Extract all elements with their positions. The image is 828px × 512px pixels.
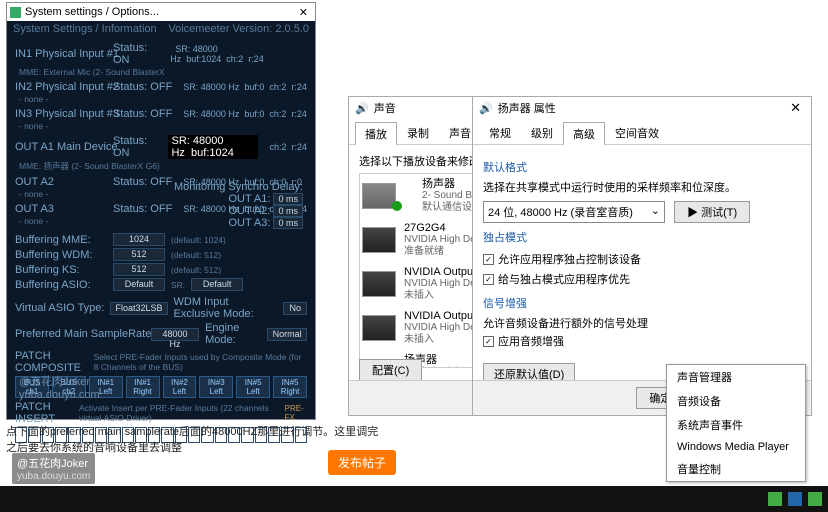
io-row: IN2 Physical Input #2Status: OFF SR: 480…: [15, 80, 307, 94]
buffer-input[interactable]: 512: [113, 263, 165, 276]
composite-channel-button[interactable]: IN#5 Right: [273, 376, 307, 398]
sync-value[interactable]: 0 ms: [273, 217, 303, 229]
tray-icon[interactable]: [768, 492, 782, 506]
context-menu-item[interactable]: 系统声音事件: [667, 413, 805, 437]
vm-header-left: System Settings / Information: [13, 23, 157, 35]
context-menu-item[interactable]: Windows Media Player: [667, 437, 805, 457]
vm-app-icon: [10, 7, 21, 18]
tray-icon[interactable]: [808, 492, 822, 506]
signal-enhance-hint: 允许音频设备进行额外的信号处理: [483, 315, 801, 331]
tab-播放[interactable]: 播放: [355, 122, 397, 145]
context-menu-item[interactable]: 声音管理器: [667, 365, 805, 389]
wdm-label: WDM Input Exclusive Mode:: [174, 296, 278, 320]
speaker-icon: 🔊: [479, 102, 493, 115]
default-format-label: 默认格式: [483, 159, 801, 175]
close-icon[interactable]: ✕: [295, 6, 312, 19]
device-icon: [362, 183, 396, 209]
sync-value[interactable]: 0 ms: [273, 193, 303, 205]
signal-enhance-label: 信号增强: [483, 295, 801, 311]
context-menu-item[interactable]: 音频设备: [667, 389, 805, 413]
exclusive-mode-label: 独占模式: [483, 229, 801, 245]
vm-header-right: Voicemeeter Version: 2.0.5.0: [168, 23, 309, 35]
patch-ins-sub: Activate Insert per PRE-Fader Inputs (22…: [79, 403, 281, 423]
engine-value[interactable]: Normal: [267, 328, 307, 341]
context-menu-item[interactable]: 音量控制: [667, 457, 805, 481]
default-badge-icon: [392, 201, 402, 211]
vm-titlebar[interactable]: System settings / Options... ✕: [7, 3, 315, 21]
prop-tabs: 常规级别高级空间音效: [473, 119, 811, 145]
patch-comp-sub: Select PRE-Fader Inputs used by Composit…: [94, 352, 307, 372]
composite-channel-button[interactable]: IN#3 Left: [199, 376, 233, 398]
buffer-input[interactable]: Default: [113, 278, 165, 291]
virtual-asio-label: Virtual ASIO Type:: [15, 302, 104, 314]
checkbox-exclusive-control[interactable]: ✓: [483, 254, 494, 265]
composite-channel-button[interactable]: BUS ch2: [52, 376, 86, 398]
tab-空间音效[interactable]: 空间音效: [605, 121, 669, 144]
composite-channel-button[interactable]: BUS ch1: [15, 376, 49, 398]
composite-channel-button[interactable]: IN#1 Right: [126, 376, 160, 398]
cb2-label: 给与独占模式应用程序优先: [498, 271, 630, 287]
vm-title-text: System settings / Options...: [25, 6, 159, 18]
system-tray: [768, 492, 828, 506]
default-format-hint: 选择在共享模式中运行时使用的采样频率和位深度。: [483, 179, 801, 195]
format-select[interactable]: 24 位, 48000 Hz (录音室音质)⌄: [483, 201, 665, 223]
pms-label: Preferred Main SampleRate:: [15, 328, 145, 340]
composite-channel-button[interactable]: IN#5 Left: [236, 376, 270, 398]
patch-insert-label: PATCH INSERT: [15, 401, 75, 425]
taskbar[interactable]: [0, 486, 828, 512]
cb3-label: 应用音频增强: [498, 333, 564, 349]
tray-icon[interactable]: [788, 492, 802, 506]
io-row: IN3 Physical Input #3Status: OFF SR: 480…: [15, 107, 307, 121]
virtual-asio-value[interactable]: Float32LSB: [110, 302, 167, 315]
patch-composite-label: PATCH COMPOSITE: [15, 350, 90, 374]
chevron-down-icon: ⌄: [651, 204, 660, 217]
buffer-input[interactable]: 512: [113, 248, 165, 261]
tab-录制[interactable]: 录制: [397, 121, 439, 144]
io-row: IN1 Physical Input #1Status: ON SR: 4800…: [15, 41, 307, 67]
device-icon: [362, 227, 396, 253]
cb1-label: 允许应用程序独占控制该设备: [498, 251, 641, 267]
prop-title: 扬声器 属性: [498, 100, 556, 116]
prefx-label[interactable]: PRE-FX: [285, 404, 307, 422]
device-icon: [362, 315, 396, 341]
io-row: OUT A1 Main DeviceStatus: ON SR: 48000 H…: [15, 134, 307, 160]
checkbox-exclusive-priority[interactable]: ✓: [483, 274, 494, 285]
vm-header: System Settings / Information Voicemeete…: [7, 21, 315, 37]
checkbox-audio-enhance[interactable]: ✓: [483, 336, 494, 347]
composite-channel-button[interactable]: IN#1 Left: [89, 376, 123, 398]
composite-channel-button[interactable]: IN#2 Left: [163, 376, 197, 398]
sync-value[interactable]: 0 ms: [273, 205, 303, 217]
tab-级别[interactable]: 级别: [521, 121, 563, 144]
buffer-input[interactable]: 1024: [113, 233, 165, 246]
voicemeeter-settings-window: System settings / Options... ✕ System Se…: [6, 2, 316, 420]
tab-高级[interactable]: 高级: [563, 122, 605, 145]
configure-button[interactable]: 配置(C): [359, 359, 422, 381]
wdm-value[interactable]: No: [283, 302, 307, 315]
sound-title: 声音: [374, 100, 396, 116]
device-icon: [362, 271, 396, 297]
test-button[interactable]: ▶ 测试(T): [674, 201, 750, 223]
engine-label: Engine Mode:: [205, 322, 261, 346]
watermark-overlay: @五花肉Jokeryuba.douyu.com: [12, 453, 95, 484]
tab-常规[interactable]: 常规: [479, 121, 521, 144]
prop-titlebar[interactable]: 🔊 扬声器 属性 ✕: [473, 97, 811, 119]
publish-button[interactable]: 发布帖子: [328, 450, 396, 475]
tray-context-menu: 声音管理器音频设备系统声音事件Windows Media Player音量控制: [666, 364, 806, 482]
speaker-icon: 🔊: [355, 102, 369, 115]
pms-value[interactable]: 48000 Hz: [151, 328, 199, 341]
close-icon[interactable]: ✕: [786, 100, 805, 116]
